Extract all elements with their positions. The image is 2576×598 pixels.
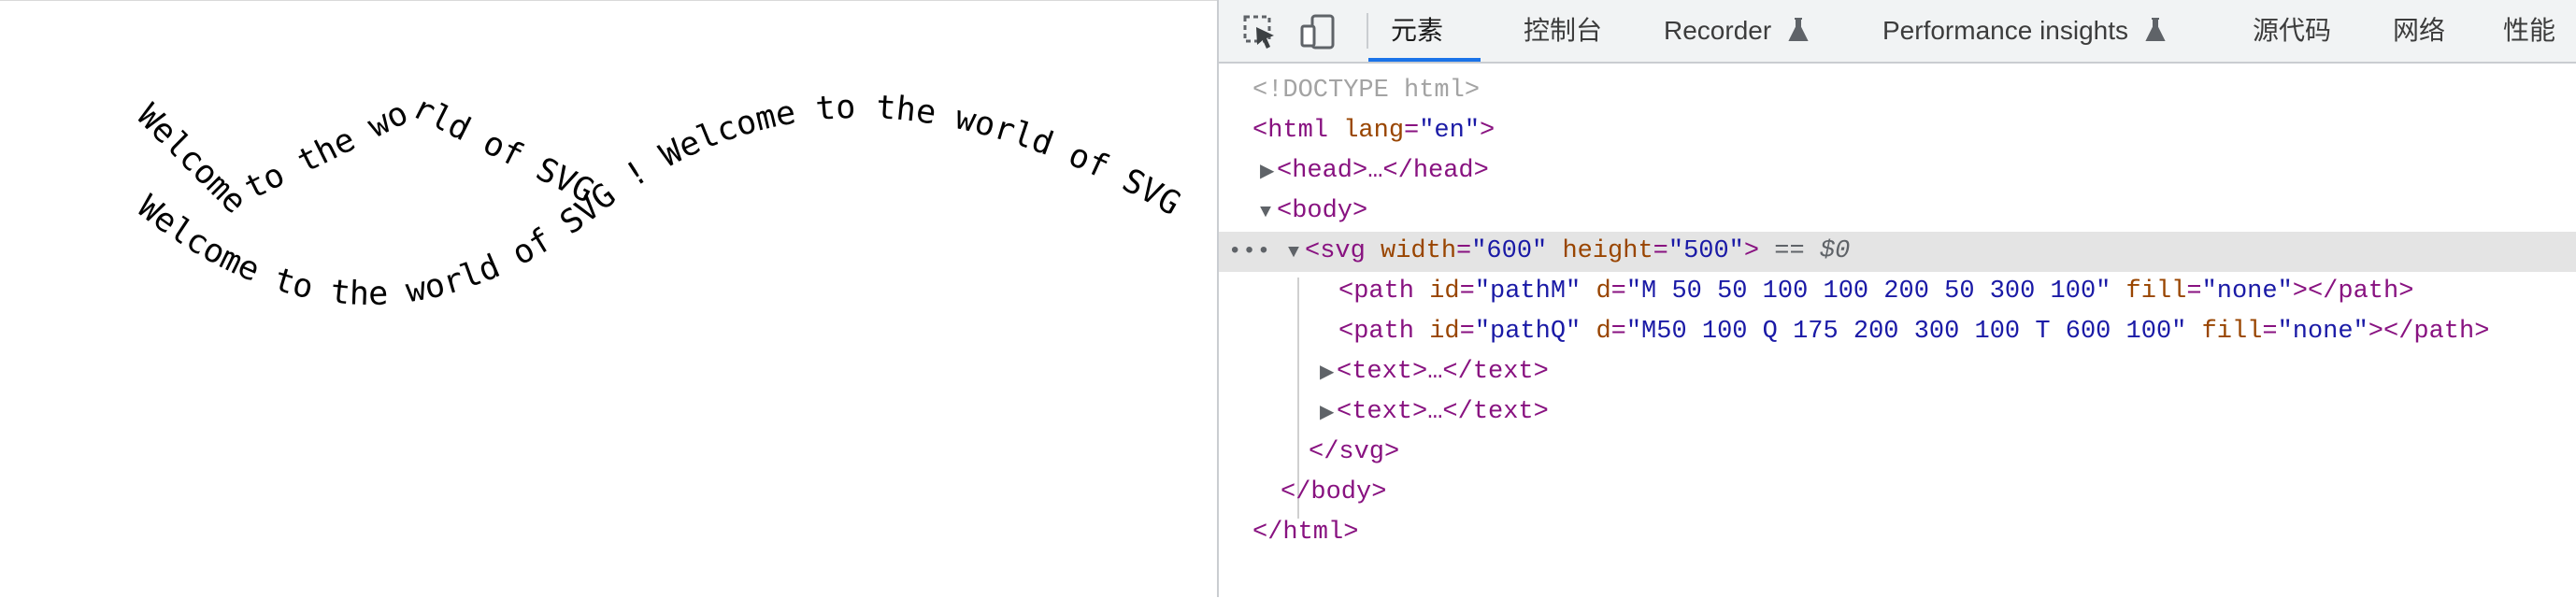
doctype-text: <!DOCTYPE html> [1252,77,1481,105]
tab-performance-insights[interactable]: Performance insights [1882,0,2166,62]
tab-elements[interactable]: 元素 [1391,0,1443,62]
collapse-triangle-icon[interactable]: ▼ [1288,233,1305,273]
flask-icon [1788,18,1809,41]
tab-console[interactable]: 控制台 [1524,0,1602,62]
html-attr-lang: lang [1343,117,1405,145]
expand-triangle-icon[interactable]: ▶ [1320,393,1337,434]
body-close-tag: </body> [1281,478,1387,506]
path-close-tag: ></path> [2292,278,2414,306]
page-viewport: Welcome to the world of SVG ! Welcome to… [0,0,1217,597]
tab-performance[interactable]: 性能 [2503,0,2555,62]
body-open-tag: <body> [1277,197,1368,225]
svg-canvas: Welcome to the world of SVG ! Welcome to… [0,1,1186,313]
svg-width-value: "600" [1471,237,1548,265]
text-collapsed-tag: <text>…</text> [1337,398,1549,426]
path-close-tag: ></path> [2368,318,2490,346]
tab-recorder[interactable]: Recorder [1664,0,1809,62]
tree-node-html[interactable]: <html lang="en"> [1219,111,2576,151]
tab-performance-insights-label: Performance insights [1882,16,2129,45]
tree-node-text-1[interactable]: ▶<text>…</text> [1219,352,2576,392]
tree-node-svg-selected[interactable]: ••• ▼ <svg width="600" height="500"> == $0 [1219,232,2576,272]
tab-sources-label: 源代码 [2253,16,2332,45]
path-m-fill-value: "none" [2201,278,2293,306]
tab-elements-label: 元素 [1391,16,1444,45]
toolbar-separator [1367,13,1368,49]
path-q-id-value: "pathQ" [1474,318,1581,346]
elements-tree: <!DOCTYPE html> <html lang="en"> ▶<head>… [1219,64,2576,597]
svg-height-value: "500" [1667,237,1744,265]
head-collapsed-tag: <head>…</head> [1277,157,1489,185]
path-q-d-value: "M50 100 Q 175 200 300 100 T 600 100" [1625,318,2187,346]
textpath-m: Welcome to the world of SVG ! [0,1,617,221]
svg-attr-height: height [1562,237,1653,265]
tab-performance-label: 性能 [2503,16,2556,45]
tree-node-html-close[interactable]: </html> [1219,513,2576,553]
tree-node-body[interactable]: ▼ <body> [1219,192,2576,232]
expand-triangle-icon[interactable]: ▶ [1320,353,1337,393]
devtools-toolbar: 元素 控制台 Recorder Performance insights 源代码… [1219,0,2576,64]
devtools-panel: 元素 控制台 Recorder Performance insights 源代码… [1217,0,2576,597]
tab-console-label: 控制台 [1524,16,1603,45]
path-open-tag: <path [1338,318,1415,346]
text-on-path-m: Welcome to the world of SVG ! [0,1,617,221]
path-m-d-value: "M 50 50 100 100 200 50 300 100" [1625,278,2111,306]
path-m-id-value: "pathM" [1474,278,1581,306]
active-tab-indicator [1368,58,1481,62]
more-actions-icon[interactable]: ••• [1228,232,1271,272]
path-open-tag: <path [1338,278,1415,306]
flask-icon [2145,18,2166,41]
tree-node-svg-close[interactable]: </svg> [1219,433,2576,473]
tree-node-path-m[interactable]: <path id="pathM" d="M 50 50 100 100 200 … [1219,272,2576,312]
html-open-tag: <html [1252,117,1329,145]
html-gt: > [1480,117,1496,145]
tree-node-head[interactable]: ▶<head>…</head> [1219,151,2576,192]
tree-node-text-2[interactable]: ▶<text>…</text> [1219,392,2576,433]
svg-attr-width: width [1381,237,1457,265]
svg-close-tag: </svg> [1309,438,1400,466]
device-toolbar-icon[interactable] [1299,13,1337,50]
tab-network-label: 网络 [2393,16,2446,45]
tab-network[interactable]: 网络 [2393,0,2445,62]
collapse-triangle-icon[interactable]: ▼ [1260,192,1277,233]
tree-node-body-close[interactable]: </body> [1219,473,2576,513]
html-close-tag: </html> [1252,519,1359,547]
expand-triangle-icon[interactable]: ▶ [1260,152,1277,192]
selected-marker: == $0 [1774,237,1851,265]
html-lang-value: "en" [1419,117,1481,145]
path-q-fill-value: "none" [2277,318,2368,346]
text-collapsed-tag: <text>…</text> [1337,358,1549,386]
inspect-element-icon[interactable] [1241,13,1279,50]
tree-node-path-q[interactable]: <path id="pathQ" d="M50 100 Q 175 200 30… [1219,312,2576,352]
tree-node-doctype[interactable]: <!DOCTYPE html> [1219,71,2576,111]
svg-open-tag: <svg [1305,237,1366,265]
tab-sources[interactable]: 源代码 [2253,0,2331,62]
tab-recorder-label: Recorder [1664,16,1772,45]
